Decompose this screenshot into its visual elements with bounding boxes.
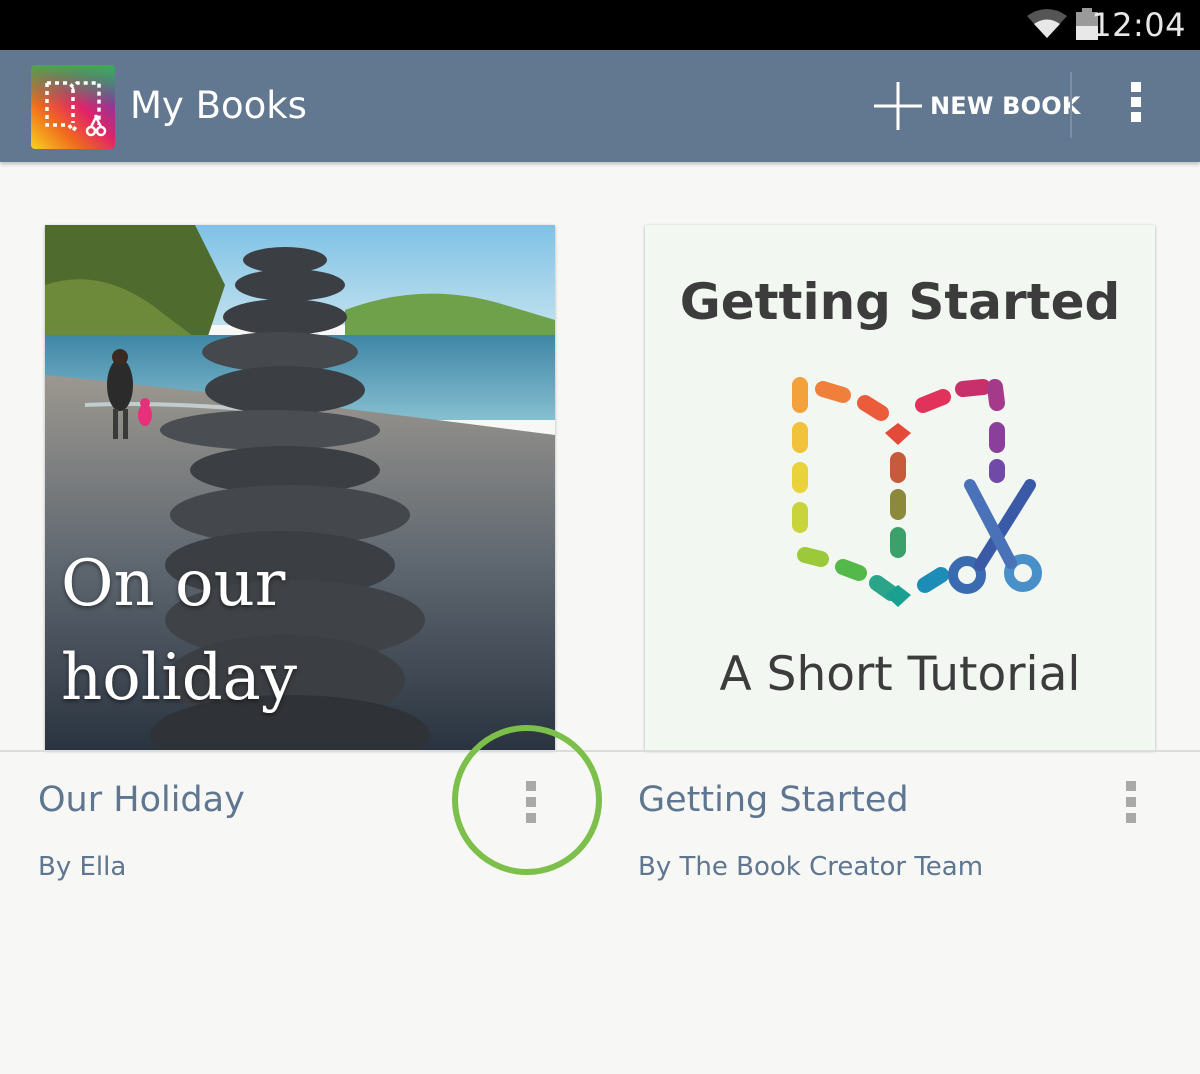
shelf-divider <box>0 750 1200 752</box>
status-bar: 12:04 <box>0 0 1200 50</box>
cover-subtitle: A Short Tutorial <box>719 647 1081 702</box>
wifi-icon <box>1027 9 1067 38</box>
book-title-getting-started[interactable]: Getting Started <box>638 780 909 820</box>
app-bar: My Books NEW BOOK <box>0 50 1200 162</box>
book-cover-getting-started[interactable]: Getting Started A Short Tutorial <box>645 225 1155 750</box>
overflow-menu-icon[interactable] <box>1116 82 1156 130</box>
book-creator-logo-icon <box>792 377 1042 607</box>
cover-title: Getting Started <box>679 273 1121 331</box>
new-book-label: NEW BOOK <box>930 92 1081 120</box>
new-book-button[interactable]: NEW BOOK <box>872 78 1081 134</box>
book-author-getting-started: By The Book Creator Team <box>638 852 984 882</box>
page-title: My Books <box>130 84 307 127</box>
book-menu-icon-our-holiday[interactable] <box>516 781 546 827</box>
book-author-our-holiday: By Ella <box>38 852 127 882</box>
cover-text: On our holiday <box>61 547 297 715</box>
status-time: 12:04 <box>1091 6 1186 44</box>
book-title-our-holiday[interactable]: Our Holiday <box>38 780 245 820</box>
book-menu-icon-getting-started[interactable] <box>1116 781 1146 827</box>
plus-icon <box>874 82 922 130</box>
app-logo <box>31 65 115 149</box>
appbar-divider <box>1070 72 1072 138</box>
book-cover-our-holiday[interactable]: On our holiday <box>45 225 555 750</box>
